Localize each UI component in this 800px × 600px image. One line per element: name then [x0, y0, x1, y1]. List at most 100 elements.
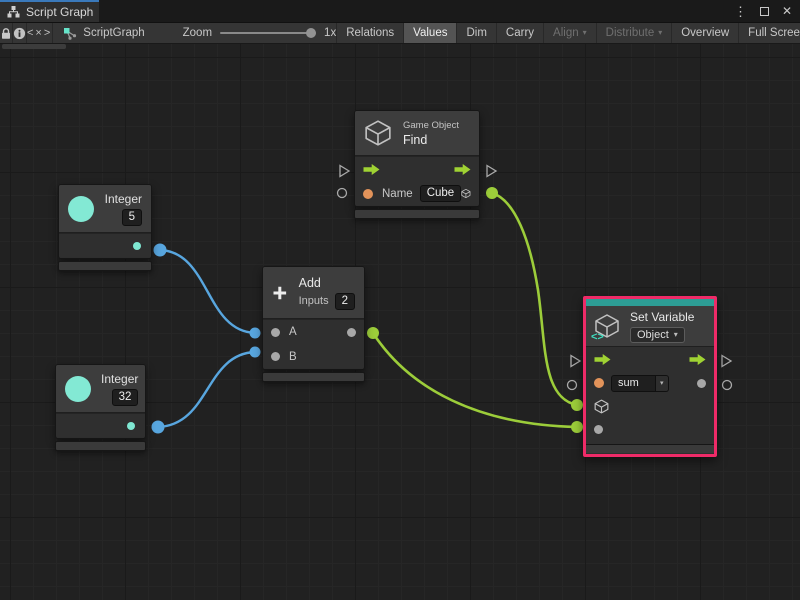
find-name-port[interactable] [363, 189, 373, 199]
align-button[interactable]: Align ▾ [544, 23, 597, 43]
window-menu-icon[interactable]: ⋮ [734, 5, 747, 18]
setvariable-control-row [586, 347, 714, 371]
carry-button[interactable]: Carry [497, 23, 544, 43]
full-screen-button[interactable]: Full Screen [739, 23, 800, 43]
wire-dot-find-out[interactable] [486, 187, 498, 199]
control-in-arrow-icon[interactable] [594, 354, 611, 365]
variable-name-dropdown-button[interactable]: ▾ [656, 375, 669, 392]
node-footer [586, 444, 714, 453]
setvariable-value-out-port[interactable] [697, 379, 706, 388]
integer-output-row [56, 413, 145, 438]
add-node-header[interactable]: Add Inputs 2 [263, 267, 364, 319]
node-add[interactable]: Add Inputs 2 A B [262, 266, 365, 382]
window-maximize-icon[interactable] [760, 7, 769, 16]
setvariable-name-in-port[interactable] [568, 381, 577, 390]
wire-dot-add-out[interactable] [367, 327, 379, 339]
code-icon: <×> [27, 27, 52, 39]
variable-name-combo[interactable]: sum ▾ [611, 375, 669, 392]
wire-dot-add-b-in[interactable] [250, 347, 261, 358]
lock-button[interactable] [0, 23, 13, 43]
graph-name-section[interactable]: ScriptGraph [53, 23, 154, 43]
setvariable-control-in-port[interactable] [571, 356, 580, 367]
wire-dot-integer32-out[interactable] [152, 421, 165, 434]
wire-find-to-setvariable-object[interactable] [492, 193, 577, 405]
values-button[interactable]: Values [404, 23, 457, 43]
find-control-in-port[interactable] [340, 166, 349, 177]
relations-button[interactable]: Relations [337, 23, 404, 43]
variable-kind-dropdown[interactable]: Object ▾ [630, 327, 685, 343]
integer-output-port[interactable] [127, 422, 135, 430]
overview-button[interactable]: Overview [672, 23, 739, 43]
find-node-header[interactable]: Game Object Find [355, 111, 479, 156]
add-input-b-port[interactable] [271, 352, 280, 361]
wire-integer5-to-add-a[interactable] [160, 250, 255, 333]
integer-value-field[interactable]: 32 [112, 389, 139, 406]
node-footer [262, 372, 365, 382]
find-name-field[interactable]: Cube [420, 185, 462, 202]
control-out-arrow-icon[interactable] [454, 164, 471, 175]
node-set-variable[interactable]: <> Set Variable Object ▾ sum [583, 296, 717, 457]
distribute-button[interactable]: Distribute ▾ [597, 23, 673, 43]
node-footer [55, 441, 146, 451]
find-name-in-port[interactable] [338, 189, 347, 198]
integer-node-header[interactable]: Integer 5 [59, 185, 151, 233]
integer-value-field[interactable]: 5 [122, 209, 142, 226]
zoom-slider[interactable] [220, 32, 316, 34]
inputs-label: Inputs [299, 295, 329, 307]
node-title: Add [299, 276, 355, 290]
zoom-slider-handle[interactable] [306, 28, 316, 38]
zoom-value: 1x [324, 27, 336, 39]
plus-icon [272, 280, 288, 306]
node-integer-32[interactable]: Integer 32 [55, 364, 146, 451]
tab-script-graph[interactable]: Script Graph [0, 0, 99, 22]
find-control-out-port[interactable] [487, 166, 496, 177]
integer-output-row [59, 233, 151, 258]
add-output-port[interactable] [347, 328, 356, 337]
dropdown-caret-icon: ▾ [583, 29, 587, 37]
dim-button[interactable]: Dim [457, 23, 496, 43]
control-out-arrow-icon[interactable] [689, 354, 706, 365]
control-in-arrow-icon[interactable] [363, 164, 380, 175]
window-close-icon[interactable]: ✕ [782, 5, 792, 17]
setvariable-out-port[interactable] [723, 381, 732, 390]
graph-canvas[interactable]: Integer 5 Integer 32 [0, 44, 800, 600]
wire-add-to-setvariable-value[interactable] [373, 333, 577, 427]
find-name-row: Name Cube [355, 181, 479, 206]
wire-integer32-to-add-b[interactable] [158, 352, 255, 427]
port-a-label: A [289, 326, 297, 338]
code-view-button[interactable]: <×> [27, 23, 53, 43]
add-row-a: A [263, 319, 364, 344]
integer-output-port[interactable] [133, 242, 141, 250]
integer-node-header[interactable]: Integer 32 [56, 365, 145, 413]
node-integer-5[interactable]: Integer 5 [58, 184, 152, 271]
find-control-row [355, 156, 479, 181]
variable-kind-strip [586, 299, 714, 306]
gameobject-output-cube-icon[interactable] [461, 186, 471, 201]
gameobject-input-cube-icon[interactable] [594, 399, 609, 414]
dropdown-caret-icon: ▾ [660, 380, 664, 387]
node-footer [354, 209, 480, 219]
variable-name-field[interactable]: sum [611, 375, 656, 392]
add-row-b: B [263, 344, 364, 369]
setvariable-control-out-port[interactable] [722, 356, 731, 367]
wire-dot-add-a-in[interactable] [250, 328, 261, 339]
angle-brackets-icon: <> [591, 331, 604, 343]
add-input-a-port[interactable] [271, 328, 280, 337]
title-bar: Script Graph ⋮ ✕ [0, 0, 800, 22]
setvariable-value-in-port[interactable] [594, 425, 603, 434]
wire-dot-setvariable-value-in[interactable] [571, 421, 583, 433]
zoom-label: Zoom [183, 27, 212, 39]
node-title: Set Variable [630, 310, 694, 324]
zoom-control: Zoom 1x [155, 23, 338, 43]
integer-icon [65, 376, 91, 402]
set-variable-header[interactable]: <> Set Variable Object ▾ [586, 306, 714, 347]
variable-name-port[interactable] [594, 378, 604, 388]
node-footer [58, 261, 152, 271]
info-button[interactable] [13, 23, 27, 43]
dropdown-caret-icon: ▾ [674, 331, 678, 339]
inputs-count-field[interactable]: 2 [335, 293, 355, 310]
node-title: Integer [105, 192, 142, 206]
node-gameobject-find[interactable]: Game Object Find Name Cube [354, 110, 480, 219]
wire-dot-integer5-out[interactable] [154, 244, 167, 257]
wire-dot-setvariable-object-in[interactable] [571, 399, 583, 411]
